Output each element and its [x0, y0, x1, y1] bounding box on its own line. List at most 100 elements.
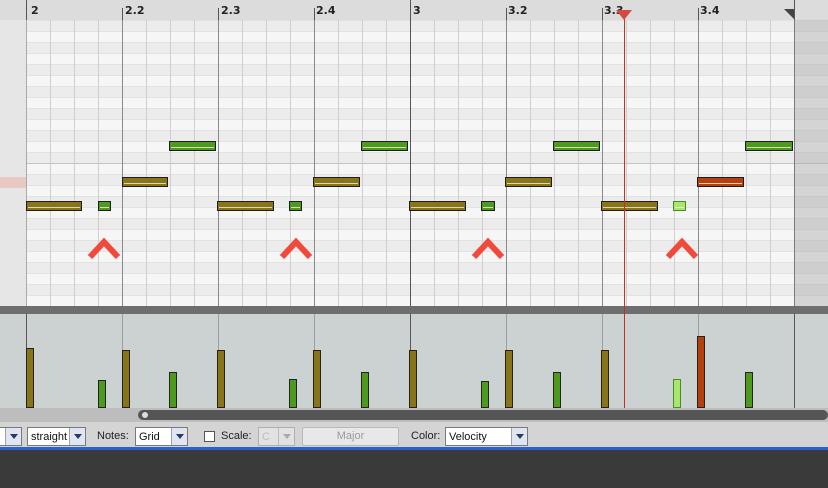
- scrollbar-thumb[interactable]: [138, 410, 828, 420]
- pitch-row: [0, 97, 828, 108]
- grid-line: [530, 20, 531, 306]
- notes-value: Grid: [139, 431, 160, 443]
- midi-note[interactable]: [553, 141, 600, 151]
- midi-note[interactable]: [289, 201, 302, 211]
- pitch-row: [0, 251, 828, 262]
- grid-line: [434, 20, 435, 306]
- velocity-bar[interactable]: [505, 350, 513, 408]
- velocity-bar[interactable]: [289, 379, 297, 408]
- velocity-bar[interactable]: [601, 350, 609, 408]
- pitch-row: [0, 262, 828, 273]
- timeline-ruler[interactable]: 2 2.2 2.3 2.4 3 3.2 3.3 3.4: [0, 0, 828, 21]
- scale-key-value: C: [262, 431, 270, 443]
- ruler-tick: [506, 8, 507, 20]
- grid-line: [242, 20, 243, 306]
- chevron-down-icon: [511, 428, 527, 445]
- midi-note[interactable]: [601, 201, 658, 211]
- notes-dropdown[interactable]: Grid: [135, 427, 188, 446]
- piano-keys[interactable]: [0, 20, 27, 306]
- grid-line: [626, 20, 627, 306]
- grid-line: [674, 20, 675, 306]
- midi-note[interactable]: [409, 201, 466, 211]
- ruler-label-beat: 3.2: [508, 4, 528, 17]
- velocity-bar[interactable]: [313, 350, 321, 408]
- ruler-label-beat: 3.4: [700, 4, 720, 17]
- grid-line: [338, 20, 339, 306]
- scale-checkbox[interactable]: [204, 431, 215, 442]
- midi-note[interactable]: [169, 141, 216, 151]
- scale-key-dropdown[interactable]: C: [258, 427, 295, 446]
- note-highlight: [675, 207, 684, 208]
- color-label: Color:: [411, 430, 441, 442]
- beat-line: [602, 20, 603, 306]
- lane-splitter[interactable]: [0, 306, 828, 314]
- velocity-bar[interactable]: [745, 372, 753, 408]
- pitch-row: [0, 284, 828, 295]
- playhead-marker-icon[interactable]: [616, 10, 632, 20]
- note-highlight: [315, 183, 358, 184]
- note-highlight: [483, 207, 493, 208]
- midi-note[interactable]: [361, 141, 408, 151]
- velocity-bar[interactable]: [122, 350, 130, 408]
- caret-up-icon: [87, 237, 121, 259]
- pitch-row: [0, 152, 828, 163]
- ruler-label-bar: 2: [31, 4, 39, 17]
- velocity-bar[interactable]: [361, 372, 369, 408]
- grid-line: [770, 20, 771, 306]
- chevron-down-icon: [5, 428, 21, 445]
- grid-line: [650, 20, 651, 306]
- midi-note[interactable]: [481, 201, 495, 211]
- velocity-bar[interactable]: [481, 381, 489, 408]
- midi-note[interactable]: [122, 177, 168, 187]
- notes-label: Notes:: [97, 430, 129, 442]
- velocity-bar[interactable]: [98, 380, 106, 408]
- pitch-row: [0, 163, 828, 174]
- pitch-row: [0, 273, 828, 284]
- grid-line: [482, 20, 483, 306]
- note-highlight: [124, 183, 166, 184]
- grid-line: [290, 20, 291, 306]
- chevron-down-icon: [69, 428, 85, 445]
- ruler-label-beat: 2.3: [221, 4, 241, 17]
- scale-mode-button[interactable]: Major: [302, 427, 399, 446]
- velocity-bar[interactable]: [673, 379, 681, 408]
- midi-note[interactable]: [26, 201, 82, 211]
- grid-division-dropdown[interactable]: [0, 427, 22, 446]
- loop-end-marker-icon[interactable]: [784, 9, 794, 19]
- ruler-tick: [698, 8, 699, 20]
- bar-line: [410, 20, 411, 306]
- scroll-grip-icon: [142, 412, 148, 418]
- velocity-bar[interactable]: [26, 348, 34, 408]
- caret-up-icon: [279, 237, 313, 259]
- velocity-bar[interactable]: [217, 350, 225, 408]
- pitch-row: [0, 86, 828, 97]
- pitch-row: [0, 53, 828, 64]
- beat-line: [122, 20, 123, 306]
- velocity-bar[interactable]: [697, 336, 705, 408]
- velocity-lane[interactable]: [0, 314, 828, 408]
- velocity-bar[interactable]: [169, 372, 177, 408]
- beat-line: [314, 20, 315, 306]
- velocity-bar[interactable]: [553, 372, 561, 408]
- color-mode-dropdown[interactable]: Velocity: [445, 427, 528, 446]
- pitch-row: [0, 42, 828, 53]
- midi-note[interactable]: [697, 177, 744, 187]
- pitch-row: [0, 141, 828, 152]
- horizontal-scrollbar[interactable]: [0, 408, 828, 422]
- velocity-bar[interactable]: [409, 350, 417, 408]
- midi-note[interactable]: [217, 201, 274, 211]
- midi-note[interactable]: [673, 201, 686, 211]
- swing-value: straight: [31, 431, 68, 443]
- grid-line: [578, 20, 579, 306]
- piano-roll-grid[interactable]: [0, 20, 828, 306]
- midi-note[interactable]: [505, 177, 552, 187]
- pitch-row: [0, 75, 828, 86]
- midi-note[interactable]: [98, 201, 111, 211]
- note-highlight: [603, 207, 656, 208]
- pitch-row: [0, 64, 828, 75]
- swing-dropdown[interactable]: straight: [27, 427, 86, 446]
- midi-note[interactable]: [745, 141, 793, 151]
- midi-note[interactable]: [313, 177, 360, 187]
- ruler-tick: [794, 0, 795, 20]
- pitch-row: [0, 218, 828, 229]
